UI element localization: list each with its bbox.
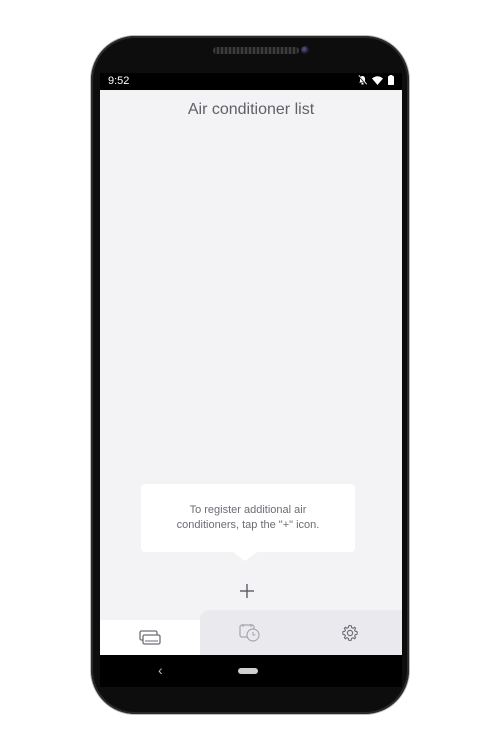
back-icon[interactable]: ‹ (158, 662, 163, 678)
app-screen: 9:52 Air conditioner list To register ad… (100, 73, 402, 655)
plus-icon (240, 584, 254, 598)
page-title: Air conditioner list (187, 101, 315, 118)
android-nav-bar: ‹ (100, 655, 402, 687)
status-bar: 9:52 (100, 73, 402, 90)
earpiece-speaker (213, 47, 299, 54)
air-conditioner-list-icon (139, 629, 161, 645)
tab-air-conditioner-list[interactable] (100, 620, 200, 655)
add-air-conditioner-button[interactable] (234, 578, 260, 604)
bell-off-icon (358, 75, 367, 85)
settings-gear-icon (342, 624, 358, 641)
timer-schedule-icon (239, 623, 260, 642)
status-icons (358, 75, 394, 85)
wifi-icon (372, 75, 383, 85)
tooltip-text: To register additional air conditioners,… (176, 504, 320, 531)
status-time: 9:52 (108, 75, 130, 87)
tab-timer[interactable] (200, 610, 300, 655)
tab-settings[interactable] (300, 610, 400, 655)
battery-icon (388, 75, 394, 85)
register-hint-tooltip: To register additional air conditioners,… (141, 484, 355, 561)
home-pill-icon[interactable] (238, 668, 258, 674)
front-camera (301, 46, 309, 54)
bottom-tab-bar (100, 610, 402, 655)
